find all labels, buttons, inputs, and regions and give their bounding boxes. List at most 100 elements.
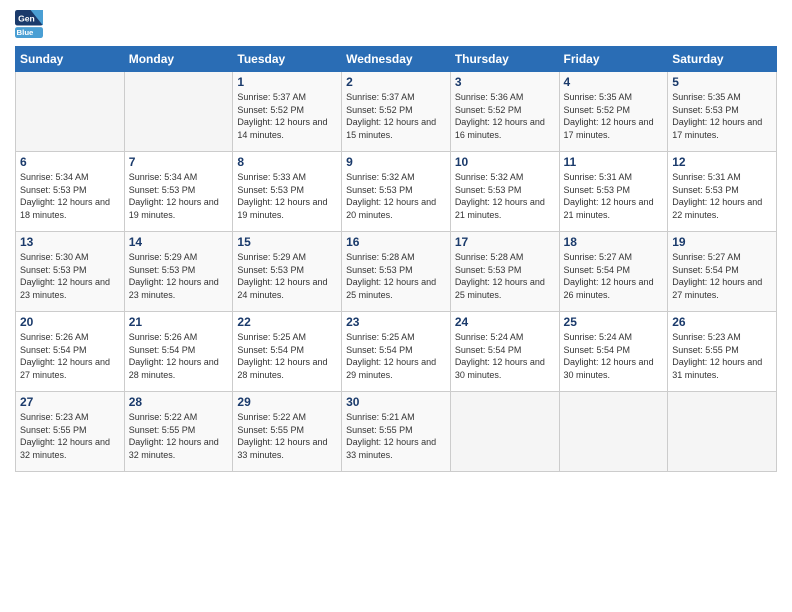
sunrise-text: Sunrise: 5:37 AM	[237, 91, 337, 104]
sunset-text: Sunset: 5:54 PM	[564, 264, 664, 277]
daylight-text: Daylight: 12 hours and 23 minutes.	[129, 276, 229, 301]
calendar-cell: 28Sunrise: 5:22 AMSunset: 5:55 PMDayligh…	[124, 392, 233, 472]
daylight-text: Daylight: 12 hours and 33 minutes.	[237, 436, 337, 461]
day-info: Sunrise: 5:32 AMSunset: 5:53 PMDaylight:…	[346, 171, 446, 221]
day-number: 25	[564, 315, 664, 329]
calendar-cell: 26Sunrise: 5:23 AMSunset: 5:55 PMDayligh…	[668, 312, 777, 392]
day-number: 3	[455, 75, 555, 89]
calendar-cell: 12 Sunrise: 5:31 AMSunset: 5:53 PMDayligh…	[668, 152, 777, 232]
calendar-cell: 23Sunrise: 5:25 AMSunset: 5:54 PMDayligh…	[342, 312, 451, 392]
day-info: Sunrise: 5:31 AMSunset: 5:53 PMDaylight:…	[564, 171, 664, 221]
day-info: Sunrise: 5:24 AMSunset: 5:54 PMDaylight:…	[564, 331, 664, 381]
day-info: Sunrise: 5:36 AMSunset: 5:52 PMDaylight:…	[455, 91, 555, 141]
logo-icon: Gen Blue	[15, 10, 43, 38]
day-number: 18	[564, 235, 664, 249]
daylight-text: Daylight: 12 hours and 16 minutes.	[455, 116, 555, 141]
daylight-text: Daylight: 12 hours and 21 minutes.	[564, 196, 664, 221]
header-tuesday: Tuesday	[233, 47, 342, 72]
calendar-cell: 15Sunrise: 5:29 AMSunset: 5:53 PMDayligh…	[233, 232, 342, 312]
sunset-text: Sunset: 5:55 PM	[346, 424, 446, 437]
daylight-text: Daylight: 12 hours and 17 minutes.	[564, 116, 664, 141]
sunrise-text: Sunrise: 5:34 AM	[129, 171, 229, 184]
day-info: Sunrise: 5:24 AMSunset: 5:54 PMDaylight:…	[455, 331, 555, 381]
sunrise-text: Sunrise: 5:23 AM	[20, 411, 120, 424]
day-number: 12	[672, 155, 772, 169]
sunset-text: Sunset: 5:53 PM	[455, 264, 555, 277]
day-info: Sunrise: 5:26 AMSunset: 5:54 PMDaylight:…	[129, 331, 229, 381]
day-info: Sunrise: 5:28 AMSunset: 5:53 PMDaylight:…	[455, 251, 555, 301]
day-info: Sunrise: 5:34 AMSunset: 5:53 PMDaylight:…	[129, 171, 229, 221]
day-info: Sunrise: 5:34 AMSunset: 5:53 PMDaylight:…	[20, 171, 120, 221]
daylight-text: Daylight: 12 hours and 17 minutes.	[672, 116, 772, 141]
calendar-cell: 1Sunrise: 5:37 AMSunset: 5:52 PMDaylight…	[233, 72, 342, 152]
day-info: Sunrise: 5:32 AMSunset: 5:53 PMDaylight:…	[455, 171, 555, 221]
daylight-text: Daylight: 12 hours and 28 minutes.	[129, 356, 229, 381]
day-info: Sunrise: 5:37 AMSunset: 5:52 PMDaylight:…	[237, 91, 337, 141]
calendar-cell: 29Sunrise: 5:22 AMSunset: 5:55 PMDayligh…	[233, 392, 342, 472]
sunset-text: Sunset: 5:54 PM	[129, 344, 229, 357]
daylight-text: Daylight: 12 hours and 14 minutes.	[237, 116, 337, 141]
sunrise-text: Sunrise: 5:23 AM	[672, 331, 772, 344]
calendar-cell	[16, 72, 125, 152]
calendar-cell: 22Sunrise: 5:25 AMSunset: 5:54 PMDayligh…	[233, 312, 342, 392]
day-info: Sunrise: 5:30 AMSunset: 5:53 PMDaylight:…	[20, 251, 120, 301]
sunrise-text: Sunrise: 5:34 AM	[20, 171, 120, 184]
sunset-text: Sunset: 5:53 PM	[455, 184, 555, 197]
header-sunday: Sunday	[16, 47, 125, 72]
calendar-cell: 20Sunrise: 5:26 AMSunset: 5:54 PMDayligh…	[16, 312, 125, 392]
sunset-text: Sunset: 5:52 PM	[346, 104, 446, 117]
sunset-text: Sunset: 5:54 PM	[455, 344, 555, 357]
sunrise-text: Sunrise: 5:32 AM	[455, 171, 555, 184]
header-friday: Friday	[559, 47, 668, 72]
sunset-text: Sunset: 5:53 PM	[346, 264, 446, 277]
day-number: 6	[20, 155, 120, 169]
sunset-text: Sunset: 5:54 PM	[672, 264, 772, 277]
calendar-cell: 25 Sunrise: 5:24 AMSunset: 5:54 PMDayligh…	[559, 312, 668, 392]
day-number: 17	[455, 235, 555, 249]
calendar-cell	[668, 392, 777, 472]
day-number: 24	[455, 315, 555, 329]
svg-text:Blue: Blue	[17, 28, 35, 37]
day-number: 4	[564, 75, 664, 89]
calendar-week-1: 1Sunrise: 5:37 AMSunset: 5:52 PMDaylight…	[16, 72, 777, 152]
day-number: 30	[346, 395, 446, 409]
sunset-text: Sunset: 5:53 PM	[129, 184, 229, 197]
calendar-header-row: SundayMondayTuesdayWednesdayThursdayFrid…	[16, 47, 777, 72]
day-info: Sunrise: 5:27 AMSunset: 5:54 PMDaylight:…	[672, 251, 772, 301]
daylight-text: Daylight: 12 hours and 19 minutes.	[129, 196, 229, 221]
calendar-cell: 6 Sunrise: 5:34 AMSunset: 5:53 PMDaylight…	[16, 152, 125, 232]
day-info: Sunrise: 5:28 AMSunset: 5:53 PMDaylight:…	[346, 251, 446, 301]
calendar-cell: 10Sunrise: 5:32 AMSunset: 5:53 PMDayligh…	[450, 152, 559, 232]
sunset-text: Sunset: 5:53 PM	[237, 184, 337, 197]
calendar-cell: 17 Sunrise: 5:28 AMSunset: 5:53 PMDayligh…	[450, 232, 559, 312]
day-info: Sunrise: 5:33 AMSunset: 5:53 PMDaylight:…	[237, 171, 337, 221]
sunrise-text: Sunrise: 5:33 AM	[237, 171, 337, 184]
day-number: 9	[346, 155, 446, 169]
calendar-cell: 14Sunrise: 5:29 AMSunset: 5:53 PMDayligh…	[124, 232, 233, 312]
calendar-week-2: 6Sunrise: 5:34 AMSunset: 5:53 PMDaylight…	[16, 152, 777, 232]
calendar-page: Gen Blue SundayMondayTuesdayWednesdayThu…	[0, 0, 792, 612]
day-info: Sunrise: 5:26 AMSunset: 5:54 PMDaylight:…	[20, 331, 120, 381]
day-number: 2	[346, 75, 446, 89]
day-info: Sunrise: 5:31 AMSunset: 5:53 PMDaylight:…	[672, 171, 772, 221]
daylight-text: Daylight: 12 hours and 32 minutes.	[129, 436, 229, 461]
day-number: 19	[672, 235, 772, 249]
daylight-text: Daylight: 12 hours and 30 minutes.	[455, 356, 555, 381]
day-info: Sunrise: 5:25 AMSunset: 5:54 PMDaylight:…	[237, 331, 337, 381]
sunrise-text: Sunrise: 5:32 AM	[346, 171, 446, 184]
sunrise-text: Sunrise: 5:37 AM	[346, 91, 446, 104]
sunrise-text: Sunrise: 5:25 AM	[346, 331, 446, 344]
day-info: Sunrise: 5:37 AMSunset: 5:52 PMDaylight:…	[346, 91, 446, 141]
sunset-text: Sunset: 5:55 PM	[129, 424, 229, 437]
calendar-week-4: 20Sunrise: 5:26 AMSunset: 5:54 PMDayligh…	[16, 312, 777, 392]
daylight-text: Daylight: 12 hours and 23 minutes.	[20, 276, 120, 301]
sunset-text: Sunset: 5:53 PM	[346, 184, 446, 197]
calendar-cell: 27Sunrise: 5:23 AMSunset: 5:55 PMDayligh…	[16, 392, 125, 472]
day-info: Sunrise: 5:23 AMSunset: 5:55 PMDaylight:…	[20, 411, 120, 461]
sunrise-text: Sunrise: 5:29 AM	[237, 251, 337, 264]
sunrise-text: Sunrise: 5:26 AM	[129, 331, 229, 344]
day-number: 29	[237, 395, 337, 409]
daylight-text: Daylight: 12 hours and 29 minutes.	[346, 356, 446, 381]
day-info: Sunrise: 5:25 AMSunset: 5:54 PMDaylight:…	[346, 331, 446, 381]
daylight-text: Daylight: 12 hours and 32 minutes.	[20, 436, 120, 461]
